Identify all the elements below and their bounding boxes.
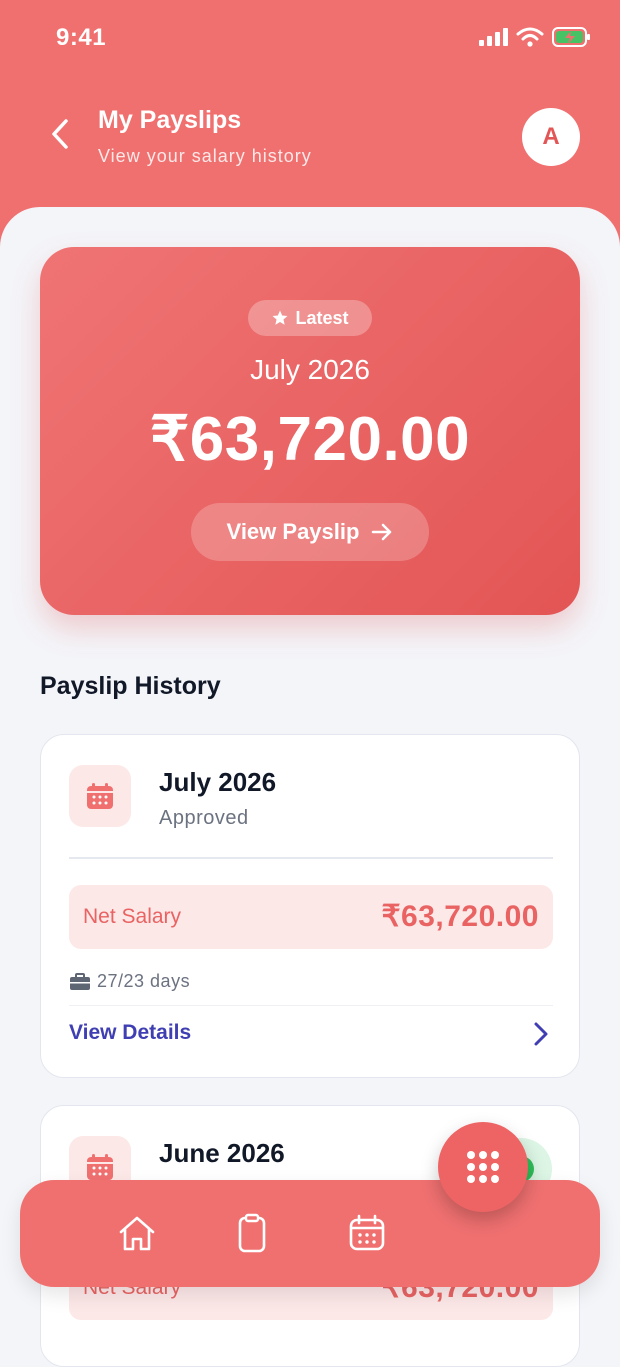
card-month: June 2026 <box>159 1138 285 1168</box>
status-bar: 9:41 <box>0 0 620 80</box>
briefcase-icon <box>70 972 90 990</box>
calendar-icon <box>87 1154 113 1180</box>
latest-badge-label: Latest <box>295 307 349 328</box>
nav-payslips[interactable] <box>227 1208 277 1258</box>
card-divider <box>69 857 553 859</box>
working-days-text: 27/23 days <box>97 971 191 991</box>
card-month: July 2026 <box>159 767 277 797</box>
payslip-card[interactable]: July 2026 Approved Net Salary ₹63,720.00… <box>40 734 580 1078</box>
latest-badge: Latest <box>248 300 372 336</box>
calendar-icon-box <box>69 765 131 827</box>
hero-month: July 2026 <box>250 354 370 385</box>
chevron-right-icon[interactable] <box>533 1021 549 1047</box>
clipboard-icon <box>238 1213 266 1253</box>
calendar-icon <box>349 1214 385 1251</box>
nav-calendar[interactable] <box>342 1208 392 1258</box>
chevron-left-icon <box>52 119 68 149</box>
page-header: My Payslips View your salary history A <box>0 100 620 180</box>
view-details-link[interactable]: View Details <box>69 1021 191 1045</box>
signal-icon <box>479 28 508 46</box>
status-time: 9:41 <box>56 24 107 51</box>
calendar-icon <box>87 783 113 809</box>
working-days: 27/23 days <box>69 971 190 992</box>
star-icon <box>272 310 288 325</box>
menu-fab[interactable] <box>438 1122 528 1212</box>
wifi-icon <box>516 27 544 47</box>
battery-icon <box>552 27 590 47</box>
net-salary-label: Net Salary <box>83 905 182 928</box>
status-icons <box>478 26 592 48</box>
card-status: Approved <box>159 807 249 829</box>
hero-amount: ₹63,720.00 <box>149 405 471 474</box>
arrow-right-icon <box>372 523 392 541</box>
net-salary-box: Net Salary ₹63,720.00 <box>69 885 553 949</box>
avatar[interactable]: A <box>522 108 580 166</box>
view-payslip-button[interactable]: View Payslip <box>191 503 429 561</box>
net-salary-amount: ₹63,720.00 <box>381 900 539 933</box>
home-icon <box>119 1216 155 1251</box>
view-payslip-label: View Payslip <box>226 519 360 544</box>
nav-home[interactable] <box>112 1208 162 1258</box>
card-footer-divider <box>69 1005 553 1006</box>
page-subtitle: View your salary history <box>98 146 312 166</box>
page-title: My Payslips <box>98 106 242 134</box>
back-button[interactable] <box>40 112 80 156</box>
section-title: Payslip History <box>40 672 221 700</box>
grid-icon <box>467 1151 499 1183</box>
